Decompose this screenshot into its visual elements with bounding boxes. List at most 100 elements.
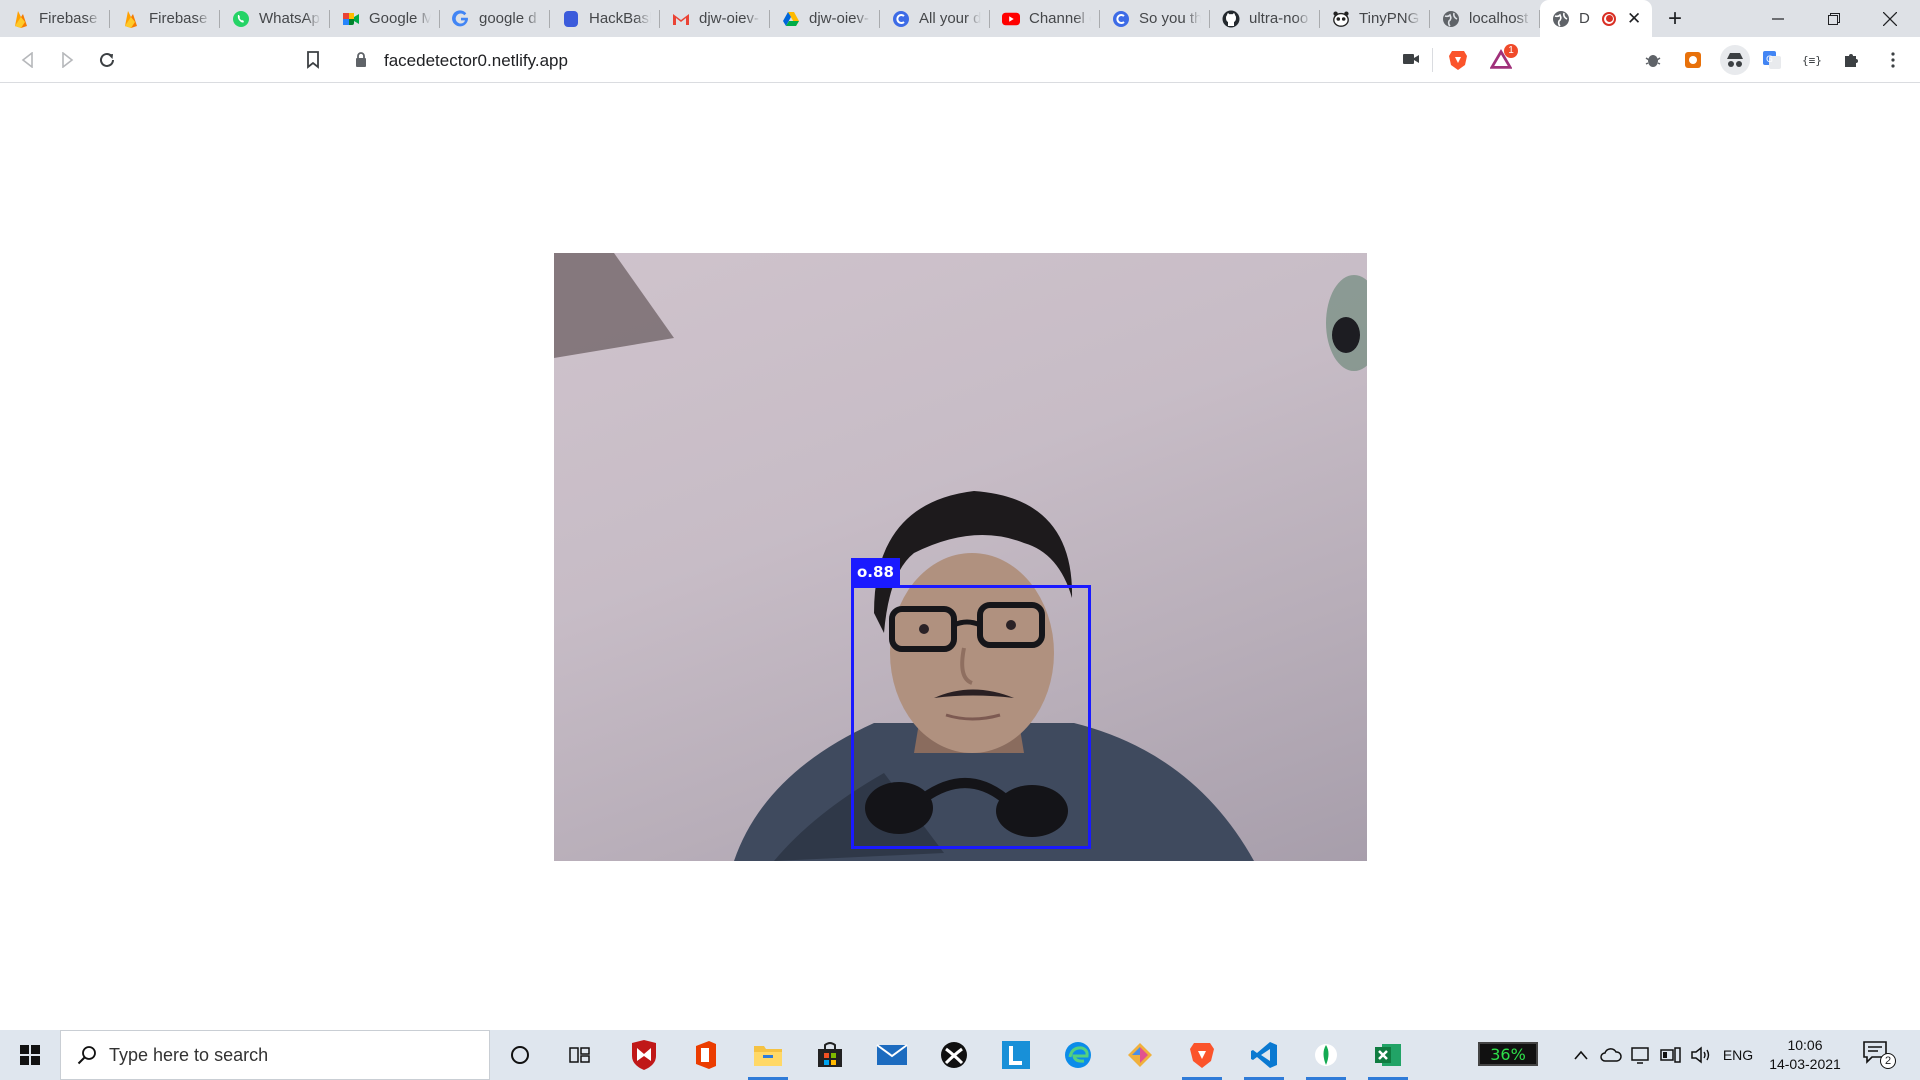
taskbar-mongodb[interactable] <box>1298 1030 1354 1080</box>
screenshot-extension-icon[interactable] <box>1682 49 1704 71</box>
tab-face-detector-active[interactable]: D ✕ <box>1540 0 1652 37</box>
taskbar-excel[interactable] <box>1360 1030 1416 1080</box>
clock-date: 14-03-2021 <box>1769 1056 1841 1072</box>
tab-firebase-console[interactable]: Firebase c <box>110 0 220 37</box>
tab-all-your[interactable]: All your d <box>880 0 990 37</box>
battery-tray[interactable] <box>1658 1030 1684 1080</box>
tab-title: Channel c <box>1029 10 1091 27</box>
tab-title: localhost <box>1469 10 1529 27</box>
edge-icon <box>1065 1042 1091 1068</box>
back-icon <box>21 52 33 68</box>
bookmark-button[interactable] <box>298 45 328 75</box>
face-detection-box <box>851 585 1091 849</box>
tab-google-meet[interactable]: Google M <box>330 0 440 37</box>
volume-tray[interactable] <box>1688 1030 1714 1080</box>
tab-tinypng[interactable]: TinyPNG <box>1320 0 1430 37</box>
brave-rewards-icon[interactable]: 1 <box>1490 44 1518 71</box>
brave-icon <box>1190 1043 1214 1068</box>
google-meet-icon <box>342 10 360 28</box>
search-icon <box>77 1045 97 1065</box>
forward-button[interactable] <box>52 45 82 75</box>
clock-time: 10:06 <box>1787 1037 1823 1053</box>
recording-indicator-icon <box>1602 11 1616 26</box>
task-view-button[interactable] <box>552 1030 608 1080</box>
tab-title: All your d <box>919 10 981 27</box>
brave-shields-icon[interactable] <box>1447 49 1469 71</box>
google-icon <box>452 9 470 28</box>
tab-title: WhatsApp <box>259 10 321 27</box>
google-translate-icon[interactable]: G <box>1761 49 1783 71</box>
tab-google-drive[interactable]: djw-oiev- <box>770 0 880 37</box>
taskbar-brave[interactable] <box>1174 1030 1230 1080</box>
taskbar-vscode[interactable] <box>1236 1030 1292 1080</box>
new-tab-button[interactable]: + <box>1660 0 1690 37</box>
menu-more-icon[interactable] <box>1882 49 1904 71</box>
taskbar-git-app[interactable] <box>1112 1030 1168 1080</box>
windows-taskbar: Type here to search 36% ENG 10:06 14-03-… <box>0 1030 1920 1080</box>
mail-icon <box>876 1044 908 1065</box>
mongodb-leaf-icon <box>1315 1044 1337 1066</box>
lock-icon[interactable] <box>354 51 368 73</box>
tab-so-you-think[interactable]: So you th <box>1100 0 1210 37</box>
taskbar-office[interactable] <box>678 1030 734 1080</box>
bookmark-icon <box>307 51 319 69</box>
xbox-icon <box>941 1042 967 1068</box>
tab-hackbash[interactable]: HackBash <box>550 0 660 37</box>
display-tray[interactable] <box>1628 1030 1654 1080</box>
file-explorer-icon <box>754 1046 782 1066</box>
json-viewer-icon[interactable]: {≡} <box>1801 49 1823 71</box>
back-button[interactable] <box>13 45 43 75</box>
minimize-button[interactable] <box>1750 0 1806 37</box>
toolbar-divider <box>1432 48 1433 72</box>
windows-logo-icon <box>20 1045 40 1065</box>
tab-title: djw-oiev- <box>699 10 760 27</box>
cortana-button[interactable] <box>492 1030 548 1080</box>
reload-button[interactable] <box>92 45 122 75</box>
close-window-button[interactable] <box>1862 0 1918 37</box>
taskbar-store[interactable] <box>802 1030 858 1080</box>
action-center-button[interactable]: 2 <box>1862 1040 1896 1070</box>
c-logo-icon <box>892 10 910 28</box>
url-text[interactable]: facedetector0.netlify.app <box>384 51 568 71</box>
tab-title: google d <box>479 10 537 27</box>
taskbar-edge[interactable] <box>1050 1030 1106 1080</box>
system-clock[interactable]: 10:06 14-03-2021 <box>1760 1036 1850 1074</box>
tab-youtube-channel[interactable]: Channel c <box>990 0 1100 37</box>
store-bag-icon <box>818 1042 842 1067</box>
address-bar[interactable]: facedetector0.netlify.app <box>340 41 1430 79</box>
taskbar-mail[interactable] <box>864 1030 920 1080</box>
bug-extension-icon[interactable] <box>1642 49 1664 71</box>
taskbar-file-explorer[interactable] <box>740 1030 796 1080</box>
vscode-icon <box>1251 1042 1277 1068</box>
svg-text:{≡}: {≡} <box>1802 54 1822 67</box>
l-app-icon <box>1002 1041 1030 1069</box>
git-app-icon <box>1128 1043 1152 1067</box>
restore-button[interactable] <box>1806 0 1862 37</box>
office-icon <box>696 1041 716 1069</box>
tab-google-search[interactable]: google d <box>440 0 550 37</box>
tab-github[interactable]: ultra-noo <box>1210 0 1320 37</box>
tab-gmail[interactable]: djw-oiev- <box>660 0 770 37</box>
firebase-icon <box>122 10 140 28</box>
battery-percentage-widget[interactable]: 36% <box>1478 1042 1538 1066</box>
onedrive-tray[interactable] <box>1598 1030 1624 1080</box>
taskbar-xbox[interactable] <box>926 1030 982 1080</box>
taskbar-search-box[interactable]: Type here to search <box>60 1030 490 1080</box>
tab-whatsapp[interactable]: WhatsApp <box>220 0 330 37</box>
incognito-extension-icon[interactable] <box>1720 45 1750 75</box>
tab-localhost[interactable]: localhost <box>1430 0 1540 37</box>
camera-in-use-icon[interactable] <box>1402 52 1420 71</box>
show-hidden-icons-button[interactable] <box>1568 1030 1594 1080</box>
taskbar-mcafee[interactable] <box>616 1030 672 1080</box>
taskbar-l-app[interactable] <box>988 1030 1044 1080</box>
close-tab-icon[interactable]: ✕ <box>1627 9 1641 29</box>
search-placeholder: Type here to search <box>109 1044 269 1065</box>
close-icon <box>1883 11 1897 26</box>
extensions-puzzle-icon[interactable] <box>1841 49 1863 71</box>
start-button[interactable] <box>0 1030 60 1080</box>
tab-firebase[interactable]: Firebase <box>0 0 110 37</box>
input-language-indicator[interactable]: ENG <box>1718 1030 1758 1080</box>
page-viewport: o.88 <box>0 84 1920 1030</box>
excel-icon <box>1375 1044 1401 1066</box>
tab-title: So you th <box>1139 10 1201 27</box>
